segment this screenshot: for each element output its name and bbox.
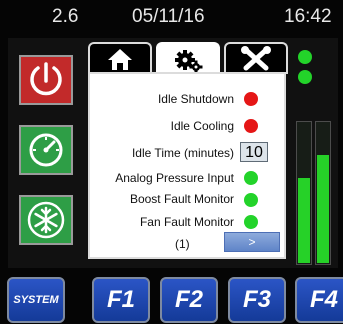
level-bar-1-fill (298, 177, 310, 263)
system-key[interactable]: SYSTEM (7, 277, 65, 323)
boost-fault-monitor-label: Boost Fault Monitor (129, 192, 234, 206)
f1-key[interactable]: F1 (92, 277, 150, 323)
f4-key[interactable]: F4 (295, 277, 343, 323)
idle-shutdown-status-indicator[interactable] (244, 92, 258, 106)
gauge-icon (29, 133, 63, 167)
level-bar-2-fill (317, 155, 329, 263)
status-bar: 2.6 05/11/16 16:42 (0, 0, 343, 34)
power-icon (30, 62, 62, 96)
idle-time-label: Idle Time (minutes) (131, 146, 234, 160)
f2-key[interactable]: F2 (160, 277, 218, 323)
page-number: (1) (175, 237, 190, 251)
fan-button[interactable] (19, 195, 73, 245)
level-bar-1 (296, 121, 312, 265)
boost-fault-monitor-status-indicator[interactable] (244, 193, 258, 207)
display-screen: 2.6 05/11/16 16:42 Idle Shutdown Idle Co… (0, 0, 343, 324)
next-page-button[interactable]: > (224, 232, 280, 252)
f3-key[interactable]: F3 (228, 277, 286, 323)
fan-fault-monitor-status-indicator[interactable] (244, 215, 258, 229)
tab-tools[interactable] (224, 42, 288, 74)
idle-cooling-status-indicator[interactable] (244, 119, 258, 133)
tab-settings[interactable] (156, 42, 220, 76)
idle-cooling-label: Idle Cooling (170, 119, 234, 133)
gauge-button[interactable] (19, 125, 73, 175)
level-bar-2 (315, 121, 331, 265)
status-indicator-2 (298, 70, 312, 84)
home-icon (108, 49, 132, 70)
analog-pressure-input-status-indicator[interactable] (244, 171, 258, 185)
idle-time-value-field[interactable]: 10 (240, 142, 268, 162)
right-indicator-column (292, 38, 336, 265)
power-button[interactable] (19, 55, 73, 105)
idle-shutdown-label: Idle Shutdown (157, 92, 234, 106)
analog-pressure-input-label: Analog Pressure Input (115, 171, 234, 185)
date-display: 05/11/16 (132, 6, 205, 27)
fan-fault-monitor-label: Fan Fault Monitor (139, 215, 234, 229)
software-version: 2.6 (52, 6, 79, 27)
status-indicator-1 (298, 50, 312, 64)
tools-icon (241, 46, 271, 71)
tab-bar (88, 42, 290, 76)
tab-home[interactable] (88, 42, 152, 74)
settings-panel: Idle Shutdown Idle Cooling Idle Time (mi… (88, 72, 286, 259)
time-display: 16:42 (284, 6, 332, 27)
fan-snowflake-icon (27, 201, 65, 239)
